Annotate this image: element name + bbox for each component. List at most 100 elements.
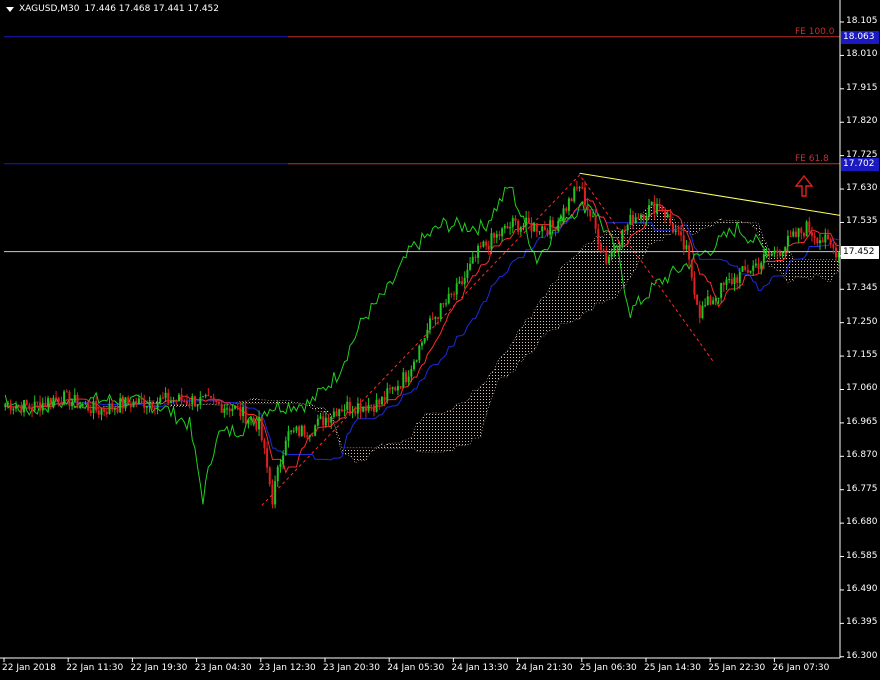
candle-body (613, 249, 616, 251)
candle-body (391, 387, 394, 389)
y-tick-label: 16.965 (846, 416, 878, 427)
candle-body (87, 403, 90, 411)
candle-body (135, 401, 138, 405)
candle-body (437, 317, 440, 319)
candle-body (439, 303, 442, 319)
candle-body (701, 305, 704, 318)
candle-body (47, 398, 50, 406)
y-tick-label: 17.155 (846, 350, 878, 361)
candle-body (717, 297, 720, 299)
candle-body (226, 408, 229, 410)
fibo-expansion-lines (4, 36, 840, 165)
y-tick-label: 16.490 (846, 583, 878, 594)
candle-body (31, 408, 34, 411)
candle-body (378, 399, 381, 405)
candle-body (514, 218, 517, 221)
candle-body (314, 425, 317, 436)
candle-body (274, 481, 277, 505)
candle-body (372, 405, 375, 412)
candle-body (340, 409, 343, 412)
candle-body (49, 398, 52, 406)
candle-body (410, 369, 413, 377)
candle-body (623, 230, 626, 232)
candle-body (658, 203, 661, 207)
candle-body (36, 401, 39, 403)
candle-body (501, 228, 504, 237)
candle-body (562, 208, 565, 221)
candle-body (191, 396, 194, 405)
candle-body (268, 467, 271, 485)
candle-body (81, 404, 84, 406)
candle-body (586, 205, 589, 211)
candle-body (546, 229, 549, 235)
candle-body (786, 235, 789, 247)
candle-body (690, 259, 693, 278)
candle-body (826, 234, 829, 240)
candle-body (642, 214, 645, 219)
candle-body (802, 232, 805, 237)
candle-body (778, 252, 781, 256)
candle-body (287, 431, 290, 441)
candle-body (434, 317, 437, 319)
candle-body (180, 394, 183, 401)
x-tick-label: 26 Jan 07:30 (772, 663, 830, 673)
candle-body (402, 372, 405, 388)
candle-body (71, 402, 74, 407)
chart-frame (0, 0, 844, 662)
candle-body (770, 253, 773, 256)
candle-body (322, 416, 325, 426)
candle-body (746, 269, 749, 273)
candle-body (137, 398, 140, 405)
candle-body (431, 318, 434, 320)
candle-body (423, 337, 426, 343)
candle-body (215, 399, 218, 403)
candle-body (127, 397, 130, 404)
candle-body (760, 262, 763, 269)
price-chart[interactable] (0, 0, 880, 680)
candle-body (151, 402, 154, 408)
candle-body (709, 296, 712, 305)
candle-body (776, 250, 779, 253)
chart-header[interactable]: XAGUSD,M30 17.446 17.468 17.441 17.452 (6, 4, 219, 14)
dropdown-triangle-icon[interactable] (6, 6, 14, 12)
x-tick-label: 25 Jan 06:30 (579, 663, 637, 673)
candle-body (169, 401, 172, 403)
candle-body (23, 400, 26, 413)
candle-body (17, 405, 20, 407)
candle-body (589, 210, 592, 217)
candle-body (749, 270, 752, 273)
candle-body (105, 411, 108, 414)
candle-body (837, 252, 840, 258)
x-tick-label: 24 Jan 13:30 (451, 663, 509, 673)
candle-body (386, 388, 389, 401)
candle-body (359, 403, 362, 412)
candle-body (543, 226, 546, 230)
x-tick-label: 24 Jan 21:30 (515, 663, 573, 673)
candle-body (789, 235, 792, 237)
candle-body (79, 405, 82, 409)
candle-body (685, 245, 688, 250)
candle-body (185, 401, 188, 404)
candle-body (84, 403, 87, 405)
candle-body (656, 203, 659, 214)
candle-body (418, 345, 421, 361)
candle-body (97, 410, 100, 415)
candle-body (159, 397, 162, 403)
candle-body (509, 227, 512, 229)
candle-body (239, 406, 242, 417)
candle-body (143, 399, 146, 408)
candle-body (597, 228, 600, 244)
candle-body (404, 372, 407, 383)
candle-body (800, 228, 803, 233)
candle-body (567, 198, 570, 211)
candle-body (156, 402, 159, 409)
candle-body (637, 217, 640, 219)
candle-body (455, 283, 458, 295)
candle-body (145, 406, 148, 408)
candle-body (469, 263, 472, 270)
candle-body (506, 225, 509, 229)
candle-body (284, 440, 287, 456)
candle-body (399, 386, 402, 388)
candle-body (533, 223, 536, 232)
candle-body (605, 252, 608, 264)
